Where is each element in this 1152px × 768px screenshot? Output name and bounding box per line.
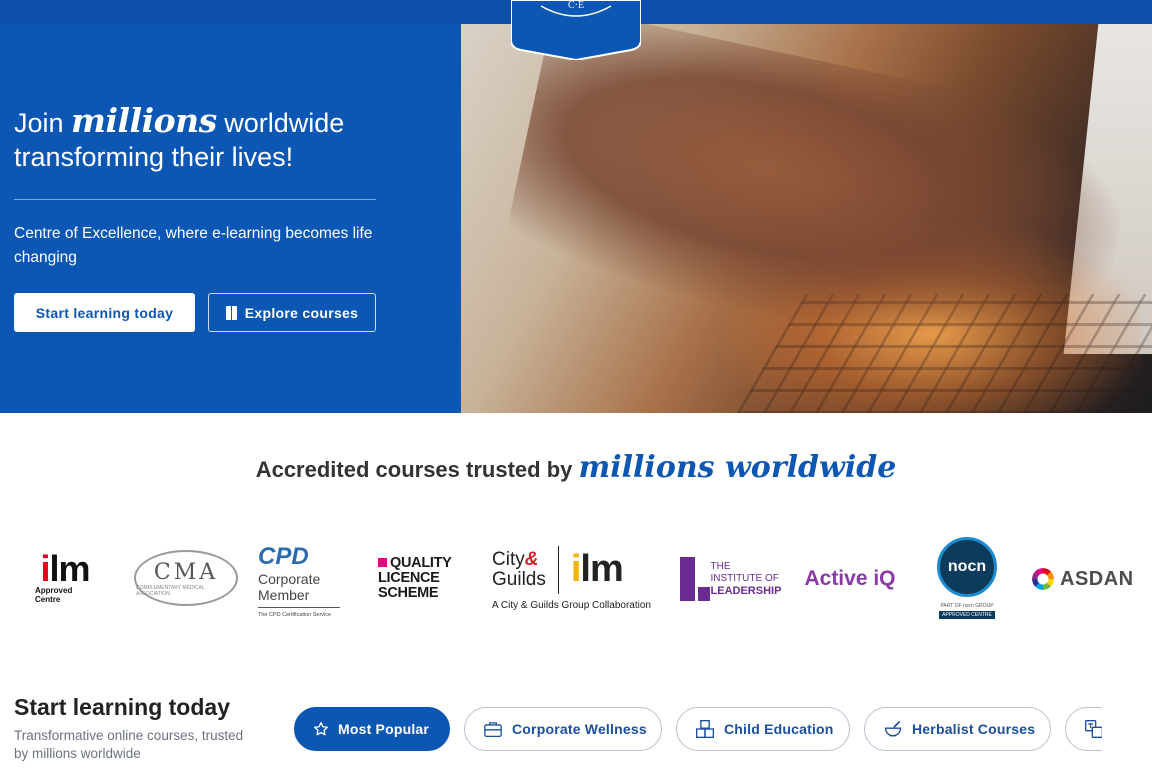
cpd-line1: Corporate — [258, 570, 321, 587]
briefcase-icon — [484, 722, 502, 738]
book-icon — [225, 305, 237, 320]
mortar-pestle-icon — [884, 720, 902, 737]
qls-line1: QUALITY — [378, 554, 452, 571]
cg-row: City& Guilds ilm — [492, 545, 624, 594]
ilm-rest: lm — [49, 548, 91, 589]
blocks-icon — [696, 720, 714, 738]
active-iq-logo: Active iQ — [798, 564, 902, 594]
start-learning-title: Start learning today — [14, 694, 230, 720]
cg-guilds: Guilds — [492, 568, 546, 590]
tab-herbalist-courses[interactable]: Herbalist Courses — [864, 707, 1051, 751]
ilm-caption-1: Approved — [35, 586, 73, 595]
tab-most-popular[interactable]: Most Popular — [294, 707, 450, 751]
nocn-logo: nocn PART OF nocn GROUP APPROVED CENTRE — [932, 532, 1002, 624]
tab-child-education[interactable]: Child Education — [676, 707, 850, 751]
iol-text: THE INSTITUTE OF LEADERSHIP — [711, 561, 784, 598]
hero-title-script: millions — [71, 101, 217, 140]
course-category-tabs: Most Popular Corporate Wellness Child Ed… — [294, 707, 1102, 753]
qls-line1-text: QUALITY — [390, 554, 452, 571]
nocn-tagline: PART OF nocn GROUP — [940, 603, 994, 609]
accredited-heading: Accredited courses trusted by millions w… — [0, 450, 1152, 485]
explore-courses-label: Explore courses — [244, 304, 359, 321]
cma-tagline: COMPLEMENTARY MEDICAL ASSOCIATION — [136, 584, 205, 597]
accredited-heading-prefix: Accredited courses trusted by — [255, 457, 573, 482]
cpd-member-logo: CPD Corporate Member The CPD Certificati… — [258, 532, 348, 628]
cg-separator — [557, 545, 559, 594]
start-learning-button[interactable]: Start learning today — [14, 293, 195, 332]
star-icon — [314, 722, 328, 736]
explore-courses-button[interactable]: Explore courses — [208, 293, 376, 332]
hero-section: Join millions worldwide transforming the… — [0, 24, 1152, 413]
tab-most-popular-label: Most Popular — [338, 721, 430, 737]
cma-logo: CMA COMPLEMENTARY MEDICAL ASSOCIATION — [134, 550, 238, 606]
iol-mark-icon — [680, 557, 710, 601]
asdan-mark-icon — [1032, 568, 1054, 590]
asdan-wordmark: ASDAN — [1060, 567, 1134, 590]
hero-title-suffix: worldwide — [224, 108, 345, 138]
tab-corporate-wellness-label: Corporate Wellness — [512, 721, 647, 737]
crest-initials: C·E — [568, 0, 584, 11]
ilm-wordmark: ilm — [40, 551, 90, 587]
hero-title-prefix: Join — [14, 108, 64, 138]
start-learning-subtitle: Transformative online courses, trusted b… — [14, 728, 244, 761]
nocn-circle: nocn — [937, 537, 997, 597]
qls-line2: LICENCE — [378, 569, 440, 586]
tab-language-courses[interactable] — [1065, 707, 1102, 751]
hero-title: Join millions worldwide transforming the… — [14, 104, 344, 174]
asdan-logo: ASDAN — [1032, 564, 1152, 594]
translate-icon — [1085, 720, 1102, 738]
accredited-heading-script: millions worldwide — [578, 450, 897, 485]
ilm-caption-2: Centre — [35, 595, 61, 604]
tab-corporate-wellness[interactable]: Corporate Wellness — [464, 707, 662, 751]
hero-divider — [14, 199, 376, 200]
ilm-i: i — [40, 548, 50, 589]
hero-image — [461, 24, 1152, 413]
hero-text-panel: Join millions worldwide transforming the… — [0, 24, 461, 413]
ilm-approved-logo: ilm Approved Centre — [30, 548, 100, 608]
cg-ilm-wordmark: ilm — [570, 548, 624, 591]
cg-caption: A City & Guilds Group Collaboration — [492, 599, 651, 611]
hero-subtitle: Centre of Excellence, where e-learning b… — [14, 225, 373, 266]
active-iq-wordmark: Active iQ — [804, 567, 896, 590]
cma-wordmark: CMA — [153, 559, 219, 585]
institute-of-leadership-logo: THE INSTITUTE OF LEADERSHIP — [680, 556, 784, 602]
accreditation-logos: ilm Approved Centre CMA COMPLEMENTARY ME… — [0, 528, 1152, 628]
iol-line2: LEADERSHIP — [710, 584, 782, 597]
cg-ilm-i: i — [570, 548, 582, 590]
nocn-badge: APPROVED CENTRE — [939, 611, 995, 619]
cg-city: City — [492, 548, 525, 570]
iol-line1: THE INSTITUTE OF — [710, 560, 779, 584]
quality-licence-scheme-logo: QUALITY LICENCE SCHEME — [378, 554, 462, 602]
hero-title-line2: transforming their lives! — [14, 142, 294, 172]
qls-mark-icon — [378, 557, 387, 567]
cg-amp: & — [524, 548, 539, 570]
cg-wordmark: City& Guilds — [492, 548, 546, 590]
qls-line3: SCHEME — [378, 584, 439, 601]
cpd-line2: Member — [258, 586, 310, 603]
tab-herbalist-courses-label: Herbalist Courses — [912, 721, 1036, 737]
cpd-wordmark: CPD — [258, 542, 309, 570]
cg-ilm-rest: lm — [580, 548, 623, 590]
crest-logo[interactable]: C·E — [511, 0, 641, 60]
cpd-rule — [258, 606, 340, 608]
city-guilds-ilm-logo: City& Guilds ilm A City & Guilds Group C… — [492, 538, 660, 618]
tab-child-education-label: Child Education — [724, 721, 834, 737]
cpd-tagline: The CPD Certification Service — [258, 611, 332, 618]
